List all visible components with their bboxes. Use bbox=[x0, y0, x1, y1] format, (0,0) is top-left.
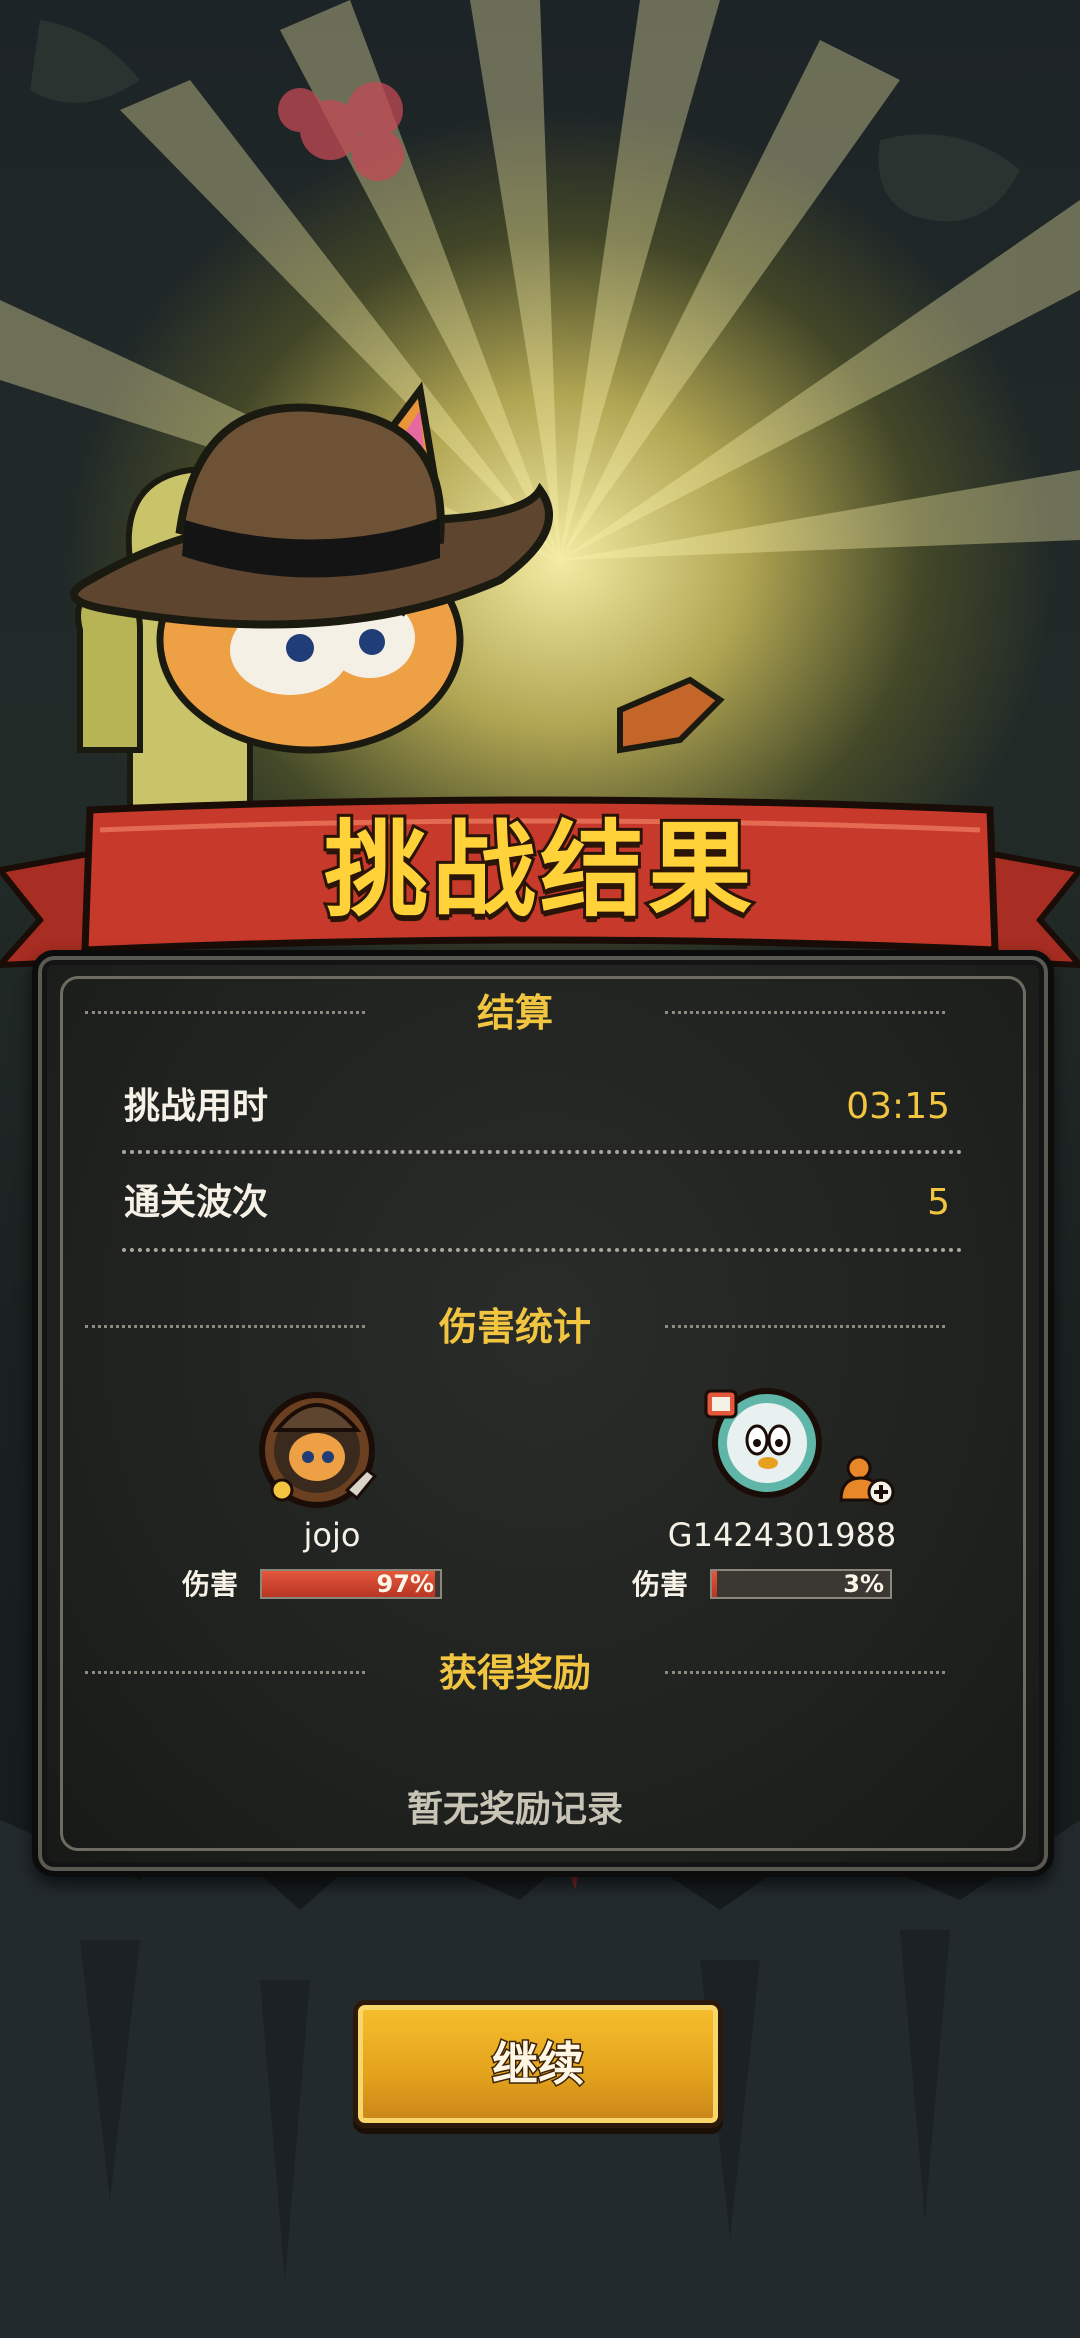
no-reward-text: 暂无奖励记录 bbox=[406, 1789, 623, 1830]
divider-line bbox=[665, 1011, 945, 1014]
banner-title: 挑战结果 bbox=[321, 806, 756, 934]
divider-line bbox=[665, 1325, 945, 1328]
player-card-G1424301988[interactable]: G1424301988 伤害 3% bbox=[632, 1385, 932, 1605]
continue-button[interactable]: 继续 bbox=[353, 2000, 723, 2128]
cleared-waves-value: 5 bbox=[927, 1182, 950, 1223]
row-divider bbox=[122, 1150, 962, 1154]
cleared-waves-label: 通关波次 bbox=[124, 1182, 269, 1223]
fox-cowboy-avatar-icon bbox=[259, 1392, 378, 1508]
damage-percent: 3% bbox=[843, 1570, 884, 1598]
continue-button-label: 继续 bbox=[491, 2036, 586, 2093]
player-name: G1424301988 bbox=[667, 1516, 897, 1554]
fox-cowboy-mascot-illustration bbox=[70, 381, 725, 823]
rewards-section-header: 获得奖励 bbox=[55, 1643, 975, 1703]
damage-bar: 97% bbox=[260, 1569, 442, 1599]
challenge-time-row: 挑战用时 03:15 bbox=[88, 1072, 968, 1142]
damage-label: 伤害 bbox=[632, 1568, 689, 1601]
damage-percent: 97% bbox=[376, 1570, 434, 1598]
row-divider bbox=[122, 1248, 962, 1252]
damage-bar-fill bbox=[712, 1571, 718, 1597]
cleared-waves-row: 通关波次 5 bbox=[88, 1168, 968, 1238]
settlement-section-header: 结算 bbox=[55, 983, 975, 1043]
damage-section-header: 伤害统计 bbox=[55, 1297, 975, 1357]
damage-bar: 3% bbox=[710, 1569, 892, 1599]
robot-avatar-icon bbox=[704, 1388, 822, 1498]
add-friend-icon[interactable] bbox=[837, 1450, 895, 1508]
challenge-time-label: 挑战用时 bbox=[124, 1086, 269, 1127]
player-name: jojo bbox=[303, 1516, 361, 1554]
divider-line bbox=[665, 1671, 945, 1674]
damage-label: 伤害 bbox=[182, 1568, 239, 1601]
challenge-time-value: 03:15 bbox=[846, 1086, 950, 1127]
player-card-jojo[interactable]: jojo 伤害 97% bbox=[182, 1385, 482, 1605]
